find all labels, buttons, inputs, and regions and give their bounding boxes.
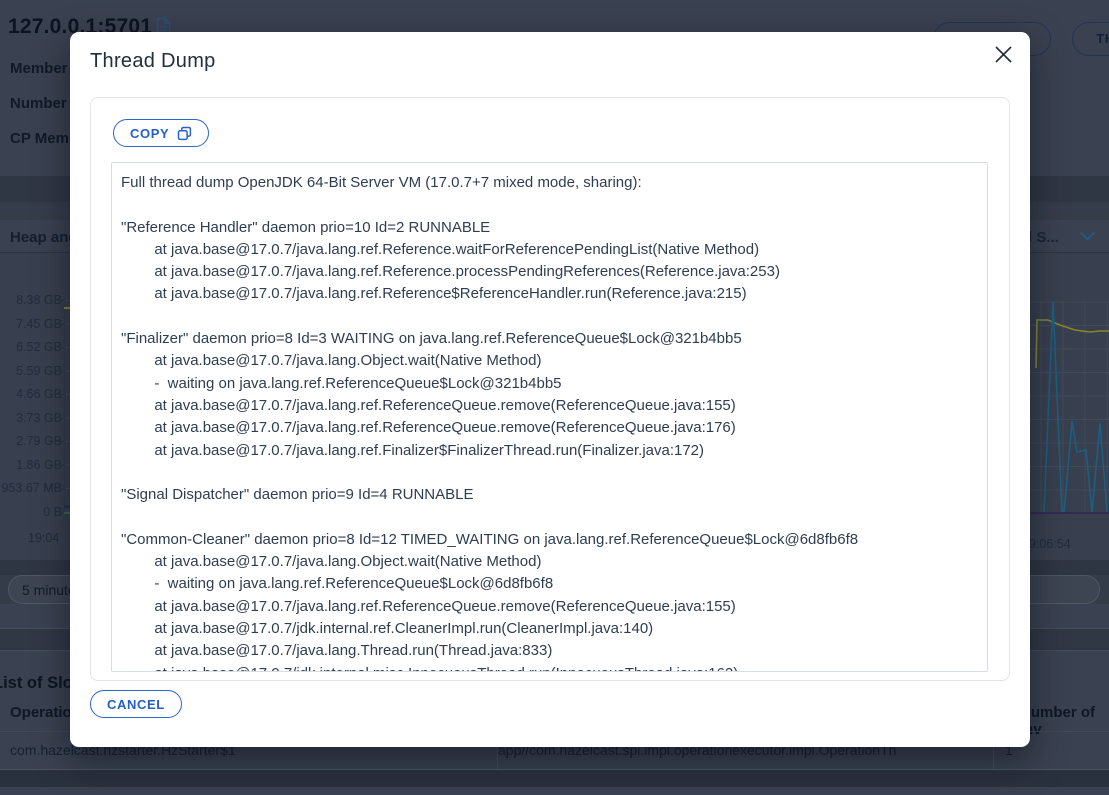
right-chart-blue-line [1030,302,1109,513]
ytick: 8.38 GB [0,293,62,307]
close-icon[interactable] [988,39,1018,69]
cancel-button-label: CANCEL [107,697,165,712]
cancel-button[interactable]: CANCEL [90,690,182,718]
screen: 127.0.0.1:5701 THREAD DUMP Member Number… [0,0,1109,795]
thread-dump-textbox[interactable]: Full thread dump OpenJDK 64-Bit Server V… [111,162,988,672]
heap-xtick: 19:04 [28,531,59,545]
ytick: 1.86 GB [0,458,62,472]
thread-dump-modal: Thread Dump COPY Full thread dump OpenJD… [70,32,1030,747]
modal-body-card: COPY Full thread dump OpenJDK 64-Bit Ser… [90,97,1010,681]
member-info-label-1: Member [10,60,68,77]
thread-dump-text: Full thread dump OpenJDK 64-Bit Server V… [112,163,987,672]
chevron-down-icon[interactable] [1079,231,1096,241]
heap-axis-ticks [57,300,64,514]
thread-dump-button[interactable]: THREAD DUMP [1072,22,1109,56]
copy-button-label: COPY [130,126,169,141]
member-info-label-2: Number [10,95,67,112]
table-row-border [0,769,1109,770]
ytick: 5.59 GB [0,364,62,378]
right-chart [1018,250,1109,520]
thread-dump-button-label: THREAD DUMP [1096,32,1109,46]
heap-y-axis [64,296,65,513]
ytick: 4.66 GB [0,387,62,401]
heap-chart-title: Heap and [10,229,78,246]
ytick: 953.67 MB [0,481,62,495]
ytick: 6.52 GB [0,340,62,354]
ytick: 3.73 GB [0,411,62,425]
copy-button[interactable]: COPY [113,119,209,147]
ytick: 2.79 GB [0,434,62,448]
right-chart-yellow-line [1036,320,1109,368]
footer-gap [0,770,1109,787]
copy-icon [177,126,192,141]
ytick: 0 B [0,505,62,519]
modal-title: Thread Dump [90,50,216,73]
member-info-label-3: CP Memb [10,130,78,147]
column-header-invocations: Number of Inv [1020,704,1109,738]
ytick: 7.45 GB [0,317,62,331]
